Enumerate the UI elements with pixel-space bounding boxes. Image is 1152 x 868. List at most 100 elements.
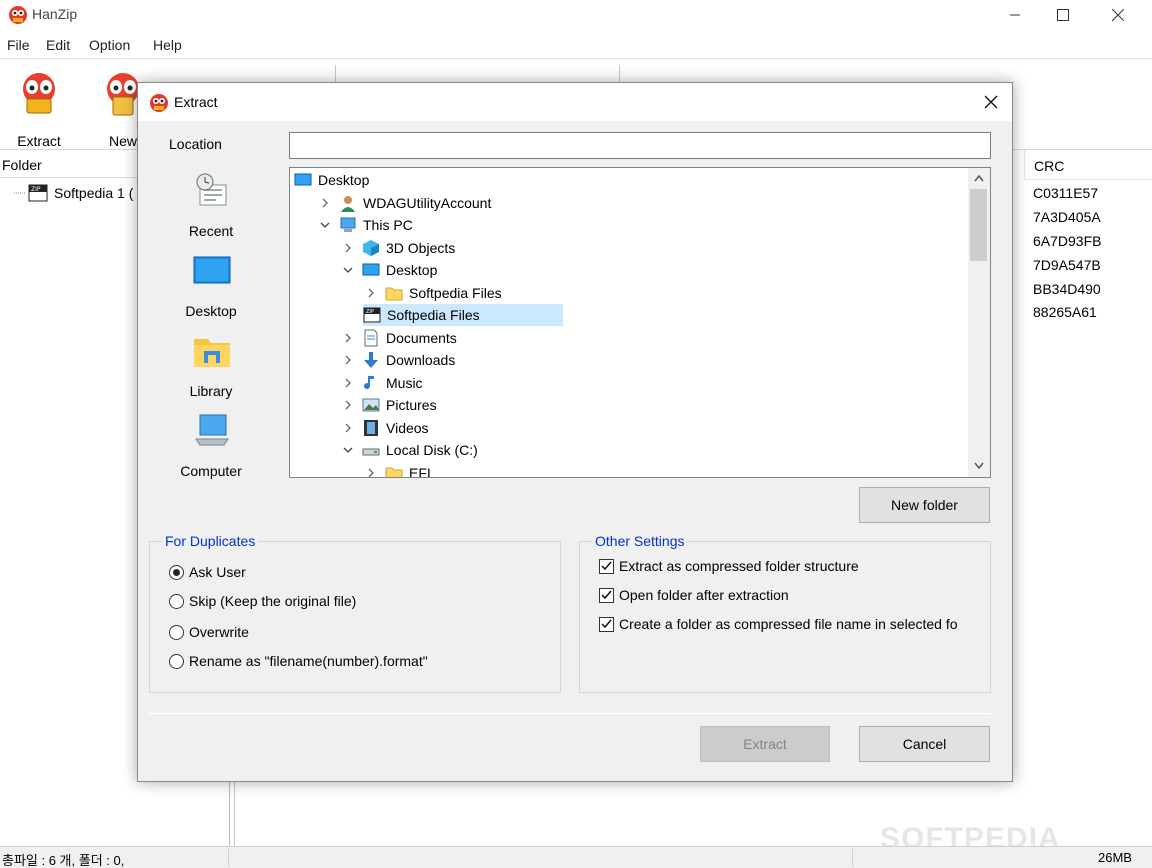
tree-node[interactable]: Pictures (340, 394, 437, 416)
tree-node-label: Local Disk (C:) (386, 442, 478, 458)
tree-node[interactable]: Desktop (294, 169, 369, 191)
status-file-count: 총파일 : 6 개, 폴더 : 0, (2, 853, 125, 868)
crc-cell: 7D9A547B (1033, 257, 1101, 273)
minimize-button[interactable] (992, 0, 1038, 30)
crc-cell: 7A3D405A (1033, 209, 1101, 225)
chevron-right-icon[interactable] (363, 285, 379, 301)
folder-tree[interactable]: Desktop WDAGUtilityAccount This PC 3D Objec… (289, 167, 991, 478)
crc-cell: 6A7D93FB (1033, 233, 1102, 249)
place-computer-label: Computer (180, 463, 242, 479)
main-titlebar: HanZip (0, 0, 1152, 30)
place-library[interactable]: Library (158, 331, 264, 411)
tree-node[interactable]: Music (340, 372, 423, 394)
user-icon (339, 194, 357, 212)
location-input[interactable] (289, 132, 991, 159)
radio-overwrite[interactable]: Overwrite (169, 624, 249, 640)
document-icon (362, 329, 380, 347)
tree-node[interactable]: WDAGUtilityAccount (317, 192, 491, 214)
tree-node[interactable]: ZIP Softpedia Files (363, 304, 563, 326)
tree-node-label: EFI (409, 464, 431, 478)
tree-node[interactable]: 3D Objects (340, 237, 455, 259)
place-recent[interactable]: Recent (158, 171, 264, 251)
chevron-right-icon[interactable] (340, 240, 356, 256)
tree-node[interactable]: This PC (317, 214, 413, 236)
place-computer[interactable]: Computer (158, 411, 264, 491)
checkbox-label: Open folder after extraction (619, 587, 789, 603)
checkbox[interactable] (599, 616, 614, 632)
chevron-right-icon[interactable] (340, 352, 356, 368)
extract-dialog: Extract Location Recent Desktop Library … (137, 82, 1013, 782)
chevron-down-icon[interactable] (340, 262, 356, 278)
tree-node[interactable]: Softpedia Files (363, 282, 502, 304)
radio-rename[interactable]: Rename as "filename(number).format" (169, 653, 428, 669)
svg-text:ZIP: ZIP (366, 309, 374, 315)
tree-node[interactable]: EFI (363, 462, 431, 478)
tree-node-label: Softpedia Files (387, 307, 480, 323)
library-icon (194, 339, 230, 367)
tree-node[interactable]: Desktop (340, 259, 437, 281)
radio-label: Overwrite (189, 624, 249, 640)
checkbox-folder-structure[interactable]: Extract as compressed folder structure (599, 558, 859, 574)
checkmark-icon (601, 561, 612, 571)
tree-node[interactable]: Local Disk (C:) (340, 439, 478, 461)
desktop-icon (362, 261, 380, 279)
menu-help[interactable]: Help (153, 37, 182, 53)
folder-tree-root[interactable]: ZIP Softpedia 1 ( (14, 184, 133, 202)
chevron-down-icon[interactable] (317, 217, 333, 233)
radio-button[interactable] (169, 564, 184, 580)
drive-icon (362, 441, 380, 459)
cancel-button[interactable]: Cancel (859, 726, 990, 762)
checkbox[interactable] (599, 558, 614, 574)
chevron-right-icon[interactable] (363, 465, 379, 478)
checkmark-icon (601, 619, 612, 629)
checkbox[interactable] (599, 587, 614, 603)
close-icon (984, 95, 998, 109)
menu-option[interactable]: Option (89, 37, 130, 53)
crc-cell: C0311E57 (1033, 185, 1099, 201)
place-library-label: Library (189, 383, 233, 399)
chevron-right-icon[interactable] (340, 375, 356, 391)
crc-column-header[interactable]: CRC (1024, 150, 1152, 180)
chevron-right-icon[interactable] (317, 195, 333, 211)
tree-node-label: Videos (386, 419, 429, 436)
extract-button[interactable]: Extract (700, 726, 830, 762)
checkbox-open-folder[interactable]: Open folder after extraction (599, 587, 789, 603)
new-folder-button[interactable]: New folder (859, 487, 990, 523)
scroll-up-button[interactable] (968, 168, 990, 188)
dialog-close-button[interactable] (974, 87, 1008, 117)
tree-node[interactable]: Documents (340, 327, 457, 349)
menu-edit[interactable]: Edit (46, 37, 70, 53)
chevron-right-icon[interactable] (340, 420, 356, 436)
svg-text:ZIP: ZIP (31, 186, 41, 193)
chevron-right-icon[interactable] (340, 330, 356, 346)
chevron-down-icon[interactable] (340, 442, 356, 458)
status-bar: 총파일 : 6 개, 폴더 : 0, 26MB (0, 846, 1152, 868)
radio-ask-user[interactable]: Ask User (169, 564, 246, 580)
close-window-button[interactable] (1095, 0, 1141, 30)
scroll-thumb[interactable] (970, 189, 987, 261)
radio-button[interactable] (169, 624, 184, 640)
maximize-button[interactable] (1040, 0, 1086, 30)
radio-skip[interactable]: Skip (Keep the original file) (169, 593, 356, 609)
tree-node[interactable]: Downloads (340, 349, 455, 371)
menu-file[interactable]: File (7, 37, 30, 53)
pictures-icon (362, 396, 380, 414)
scroll-down-button[interactable] (968, 456, 990, 476)
chevron-right-icon[interactable] (340, 397, 356, 413)
folder-root-label: Softpedia 1 ( (54, 185, 134, 201)
tree-node[interactable]: Videos (340, 417, 429, 439)
desktop-icon (294, 171, 312, 189)
tree-node-label: WDAGUtilityAccount (363, 194, 492, 211)
place-recent-label: Recent (188, 223, 234, 239)
tree-node-label: Desktop (386, 262, 438, 278)
place-desktop[interactable]: Desktop (158, 251, 264, 331)
tree-scrollbar[interactable] (968, 168, 990, 477)
radio-button[interactable] (169, 653, 184, 669)
checkbox-create-folder[interactable]: Create a folder as compressed file name … (599, 616, 991, 632)
tree-dots (14, 192, 26, 194)
radio-button[interactable] (169, 593, 184, 609)
hanzip-app-icon (9, 6, 27, 24)
toolbar-extract-button[interactable]: Extract (4, 71, 74, 149)
close-icon (1112, 9, 1124, 21)
status-divider (228, 849, 229, 867)
